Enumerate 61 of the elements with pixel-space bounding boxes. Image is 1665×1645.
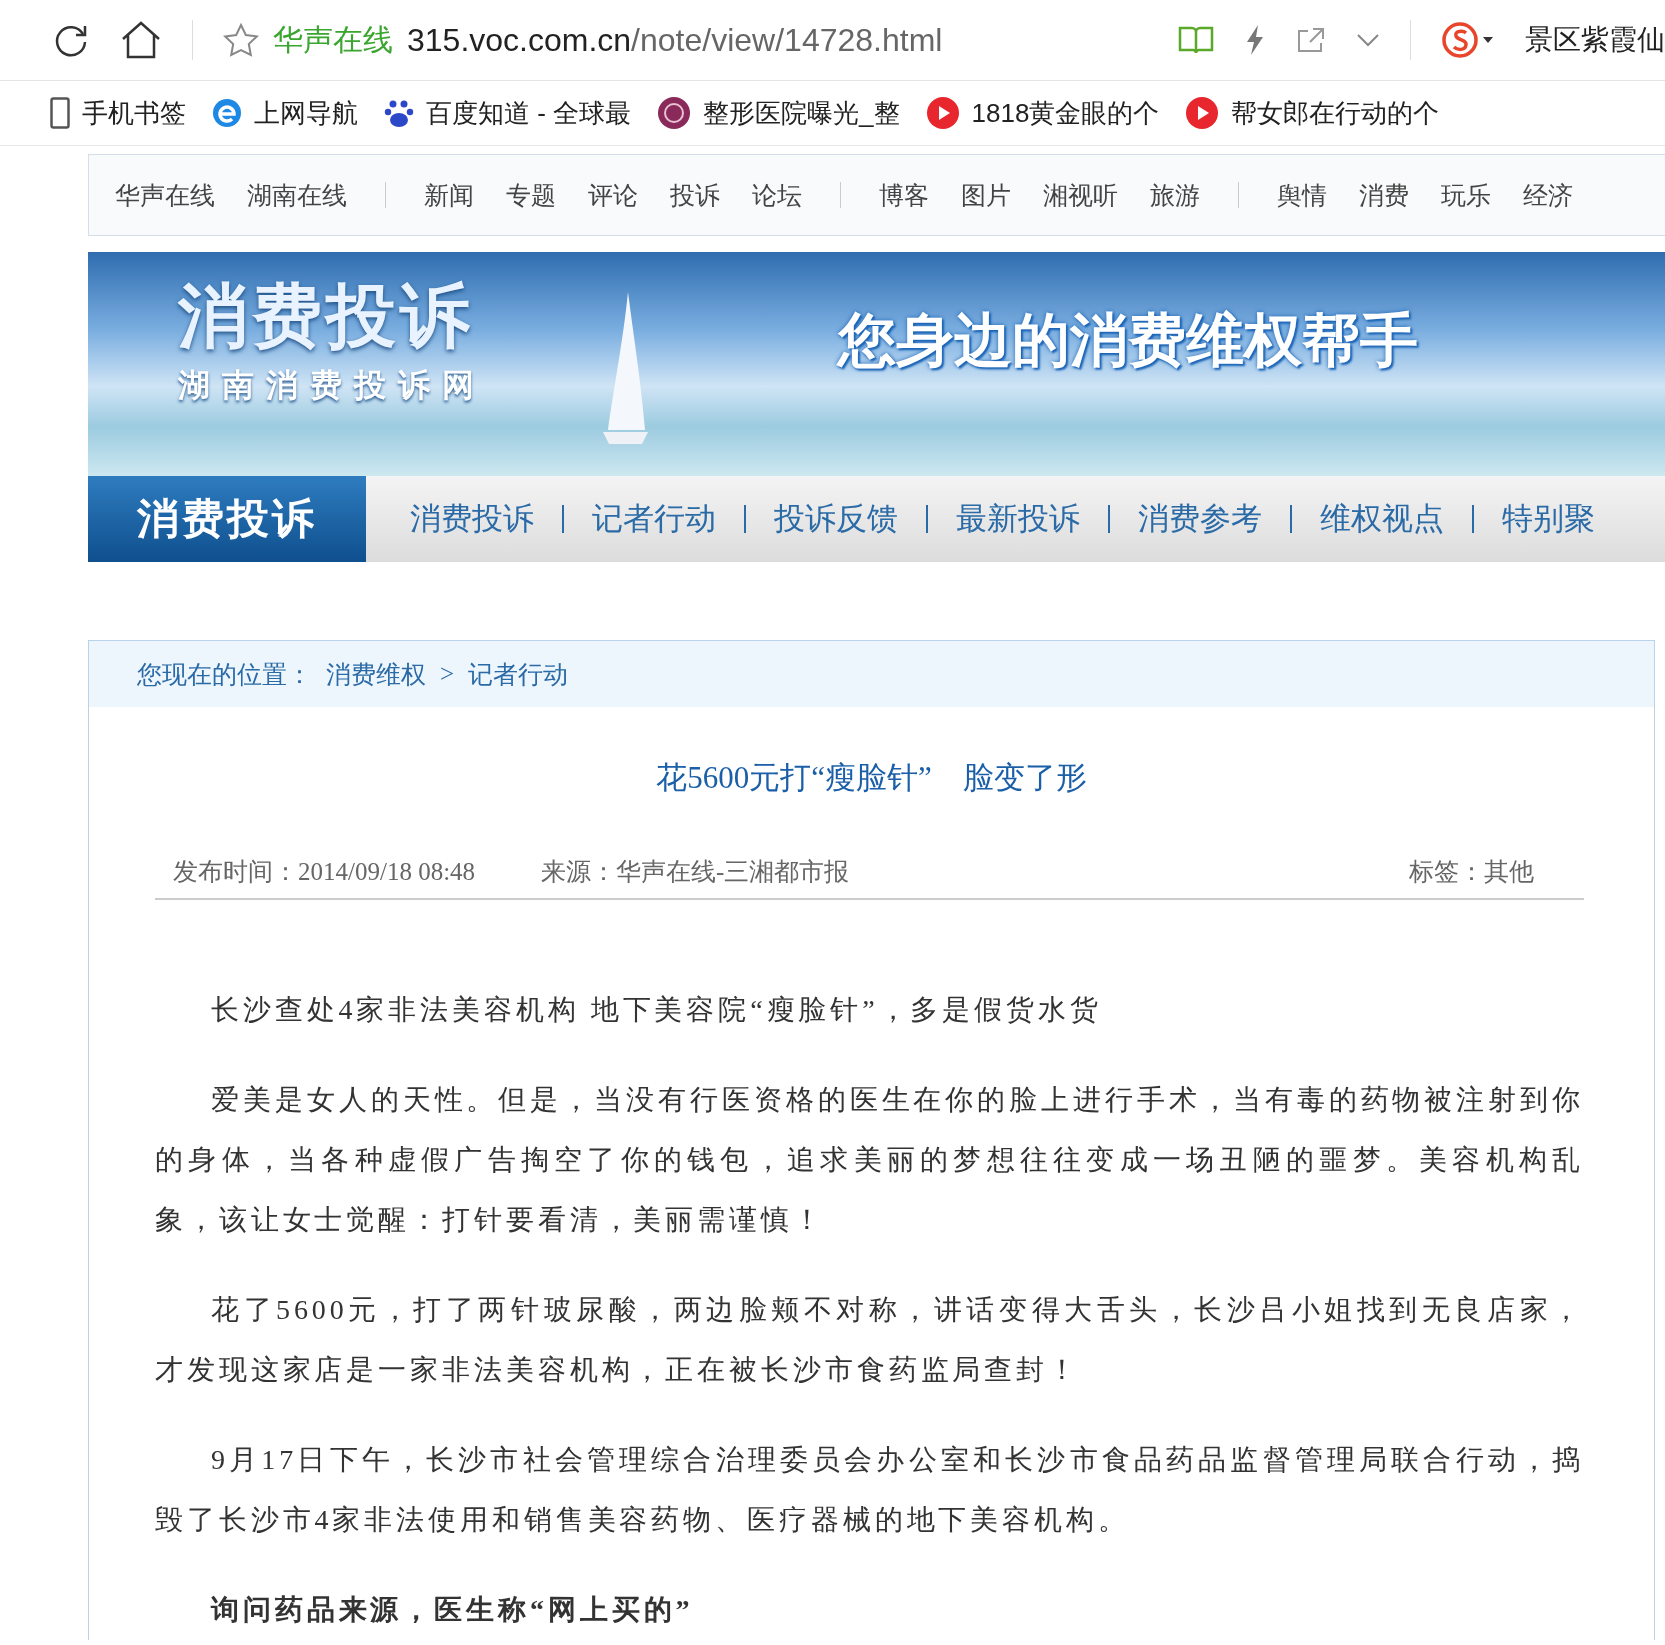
nav-link[interactable]: 湘视听 [1043, 178, 1118, 212]
home-icon[interactable] [120, 21, 162, 59]
nav-link[interactable]: 图片 [961, 178, 1011, 212]
banner-title: 消费投诉 [178, 274, 474, 359]
nav-link[interactable]: 专题 [506, 178, 556, 212]
banner-slogan: 您身边的消费维权帮手 [838, 306, 1418, 374]
lightning-icon[interactable] [1244, 24, 1266, 56]
section-nav-link[interactable]: 记者行动 [592, 498, 716, 540]
article-paragraph: 花了5600元，打了两针玻尿酸，两边脸颊不对称，讲话变得大舌头，长沙吕小姐找到无良店家，才发现这家店是一家非法美容机构，正在被长沙市食药监局查封！ [155, 1293, 1584, 1387]
nav-link[interactable]: 玩乐 [1441, 178, 1491, 212]
breadcrumb-label: 您现在的位置： [137, 659, 312, 690]
bookmark-link[interactable]: 手机书签 [50, 95, 186, 131]
phone-icon [50, 97, 70, 129]
nav-link[interactable]: 湖南在线 [247, 178, 347, 212]
share-icon[interactable] [1296, 26, 1326, 54]
nav-link[interactable]: 消费 [1359, 178, 1409, 212]
article-source: 来源：华声在线-三湘都市报 [541, 857, 851, 887]
nav-link[interactable]: 旅游 [1150, 178, 1200, 212]
site-name-label: 华声在线 [273, 21, 393, 58]
section-brand-label: 消费投诉 [88, 476, 366, 562]
e-logo-icon [212, 98, 242, 128]
nav-link[interactable]: 评论 [588, 178, 638, 212]
star-icon[interactable] [223, 23, 259, 57]
section-nav-link[interactable]: 消费投诉 [410, 498, 534, 540]
s-logo-icon[interactable] [1441, 21, 1495, 59]
url-text[interactable]: 315.voc.com.cn/note/view/14728.html [407, 21, 943, 59]
section-nav-link[interactable]: 特别聚 [1502, 498, 1595, 540]
breadcrumb-link[interactable]: 记者行动 [468, 657, 569, 691]
publish-time: 发布时间：2014/09/18 08:48 [173, 857, 476, 887]
nav-link[interactable]: 华声在线 [115, 178, 215, 212]
circle-logo-icon [657, 96, 692, 130]
nav-link[interactable]: 投诉 [670, 178, 720, 212]
section-nav-link[interactable]: 投诉反馈 [774, 498, 898, 540]
article-paragraph: 爱美是女人的天性。但是，当没有行医资格的医生在你的脸上进行手术，当有毒的药物被注射到你的身体，当各种虚假广告掏空了你的钱包，追求美丽的梦想往往变成一场丑陋的噩梦。美容机构乱象，该让女士觉醒：打针要看清，美丽需谨慎！ [155, 1083, 1584, 1237]
section-nav-link[interactable]: 最新投诉 [956, 498, 1080, 540]
nav-link[interactable]: 舆情 [1277, 178, 1327, 212]
nav-link[interactable]: 博客 [879, 178, 929, 212]
banner-subtitle: 湖南消费投诉网 [178, 366, 486, 405]
article-tags: 标签：其他 [1409, 855, 1534, 888]
search-text[interactable]: 景区紫霞仙 [1525, 21, 1665, 59]
bookmark-link[interactable]: 整形医院曝光_整 [657, 95, 900, 131]
breadcrumb-link[interactable]: 消费维权 [326, 657, 426, 691]
section-nav-link[interactable]: 维权视点 [1320, 498, 1444, 540]
bookmark-link[interactable]: 百度知道 - 全球最 [384, 95, 632, 131]
paw-icon [384, 98, 414, 128]
book-icon[interactable] [1178, 25, 1214, 55]
nav-link[interactable]: 新闻 [424, 178, 474, 212]
nav-link[interactable]: 经济 [1523, 178, 1573, 212]
bookmark-link[interactable]: 上网导航 [212, 95, 358, 131]
chevron-down-icon[interactable] [1356, 33, 1380, 47]
article-subheading: 询问药品来源，医生称“网上买的” [209, 1593, 695, 1627]
article-paragraph: 长沙查处4家非法美容机构 地下美容院“瘦脸针”，多是假货水货 [210, 993, 1103, 1027]
section-nav-link[interactable]: 消费参考 [1138, 498, 1262, 540]
bookmark-link[interactable]: 1818黄金眼的个 [925, 95, 1160, 131]
article-paragraph: 9月17日下午，长沙市社会管理综合治理委员会办公室和长沙市食品药品监督管理局联合行动，捣毁了长沙市4家非法使用和销售美容药物、医疗器械的地下美容机构。 [155, 1443, 1584, 1537]
nav-link[interactable]: 论坛 [752, 178, 802, 212]
play-icon [1185, 96, 1220, 130]
bookmark-link[interactable]: 帮女郎在行动的个 [1185, 95, 1440, 131]
article-title: 花5600元打“瘦脸针” 脸变了形 [655, 759, 1088, 797]
breadcrumb-separator: > [440, 660, 455, 688]
play-icon [925, 96, 960, 130]
